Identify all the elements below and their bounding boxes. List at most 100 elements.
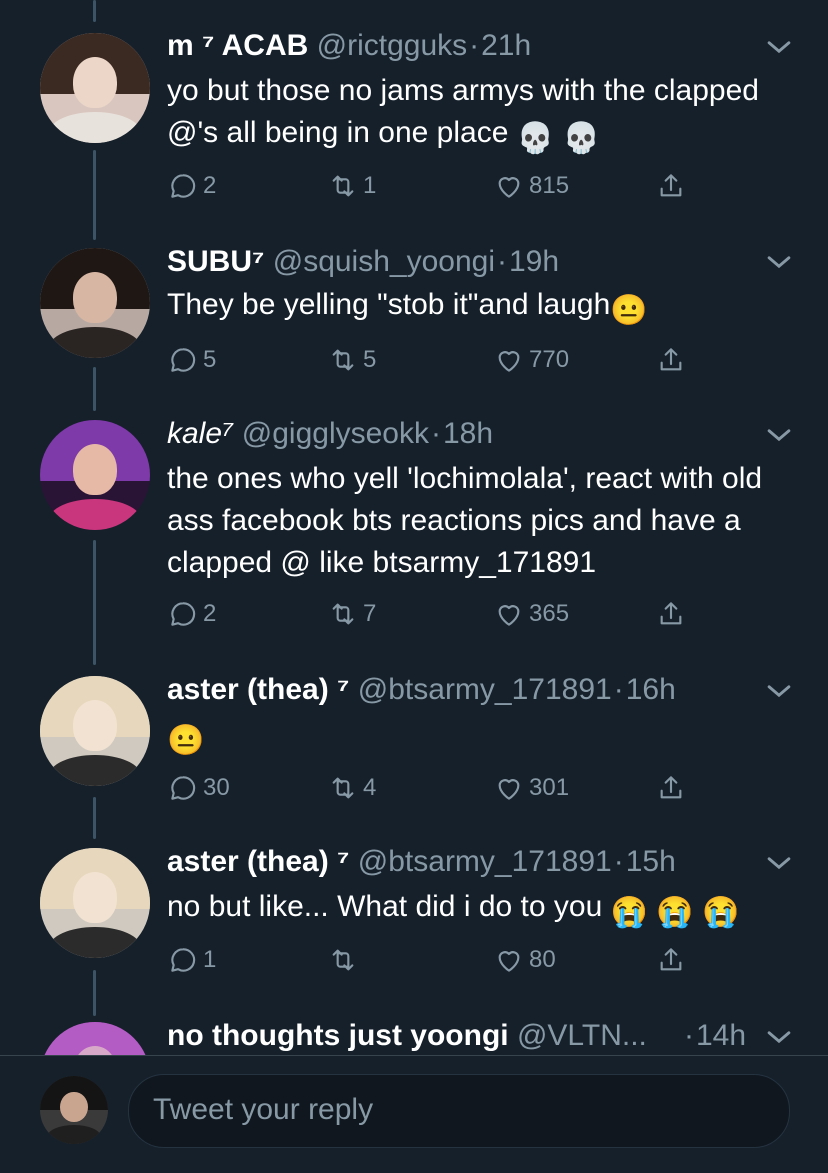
avatar[interactable]: [40, 420, 150, 530]
timestamp[interactable]: 21h: [481, 29, 531, 62]
share-icon: [660, 174, 682, 197]
tweet-text: They be yelling "stob it"and laugh😐: [167, 284, 792, 332]
retweet-button[interactable]: 4: [327, 770, 376, 806]
like-count: 365: [529, 600, 570, 627]
retweet-button[interactable]: [327, 942, 363, 978]
skull-emoji: 💀: [562, 122, 600, 155]
reply-composer: Tweet your reply: [0, 1056, 828, 1173]
user-handle[interactable]: @btsarmy_171891: [358, 673, 612, 706]
tweet-header: aster (thea) ⁷ @btsarmy_171891·15h: [167, 845, 676, 878]
tweet[interactable]: aster (thea) ⁷ @btsarmy_171891·15h no bu…: [0, 830, 828, 1010]
like-icon: [498, 351, 520, 372]
chevron-down-icon[interactable]: [762, 30, 796, 64]
display-name[interactable]: m ⁷ ACAB: [167, 29, 308, 62]
like-count: 815: [529, 172, 570, 199]
chevron-down-icon[interactable]: [762, 245, 796, 279]
like-icon: [498, 951, 520, 972]
chevron-down-icon[interactable]: [762, 846, 796, 880]
reply-icon: [171, 948, 196, 972]
tweet-actions: 5 5 770: [167, 342, 707, 378]
user-handle[interactable]: @gigglyseokk: [242, 417, 429, 450]
user-handle[interactable]: @squish_yoongi: [273, 245, 495, 278]
reply-button[interactable]: 5: [167, 342, 216, 378]
reply-count: 2: [203, 172, 217, 199]
like-button[interactable]: 815: [493, 168, 569, 204]
reply-icon: [171, 602, 196, 626]
share-button[interactable]: [655, 168, 687, 204]
reply-icon: [171, 776, 196, 800]
user-handle[interactable]: @rictgguks: [317, 29, 468, 62]
timestamp[interactable]: 18h: [443, 417, 493, 450]
user-handle[interactable]: @VLTN...: [517, 1019, 647, 1052]
tweet[interactable]: kale⁷ @gigglyseokk·18h the ones who yell…: [0, 400, 828, 660]
retweet-icon: [332, 175, 354, 197]
reply-icon: [171, 348, 196, 372]
like-button[interactable]: 770: [493, 342, 569, 378]
retweet-icon: [332, 777, 354, 799]
reply-button[interactable]: 2: [167, 168, 216, 204]
share-button[interactable]: [655, 596, 687, 632]
reply-count: 1: [203, 946, 217, 973]
chevron-down-icon[interactable]: [762, 674, 796, 708]
display-name[interactable]: aster (thea) ⁷: [167, 673, 349, 706]
retweet-count: 1: [363, 172, 377, 199]
reply-button[interactable]: 2: [167, 596, 216, 632]
reply-button[interactable]: 1: [167, 942, 216, 978]
skull-emoji: 💀: [516, 122, 555, 155]
tweet-text: no but like... What did i do to you 😭 😭 …: [167, 886, 792, 934]
user-handle[interactable]: @btsarmy_171891: [358, 845, 612, 878]
like-button[interactable]: 80: [493, 942, 556, 978]
timestamp[interactable]: 15h: [626, 845, 676, 878]
tweet[interactable]: SUBU⁷ @squish_yoongi·19h They be yelling…: [0, 230, 828, 400]
like-count: 770: [529, 346, 570, 373]
tweet[interactable]: m ⁷ ACAB @rictgguks·21h yo but those no …: [0, 0, 828, 230]
crying-face-emoji: 😭: [656, 896, 694, 929]
share-icon: [660, 602, 682, 625]
tweet-actions: 1 80: [167, 942, 707, 978]
retweet-button[interactable]: 1: [327, 168, 376, 204]
like-icon: [498, 605, 520, 626]
display-name[interactable]: SUBU⁷: [167, 245, 264, 278]
share-button[interactable]: [655, 942, 687, 978]
retweet-icon: [332, 603, 354, 625]
current-user-avatar[interactable]: [40, 1076, 108, 1144]
tweet-header: aster (thea) ⁷ @btsarmy_171891·16h: [167, 673, 676, 706]
avatar[interactable]: [40, 33, 150, 143]
reply-input[interactable]: Tweet your reply: [128, 1074, 790, 1148]
retweet-button[interactable]: 7: [327, 596, 376, 632]
retweet-count: 7: [363, 600, 377, 627]
timestamp[interactable]: 16h: [626, 673, 676, 706]
reply-count: 5: [203, 346, 217, 373]
avatar[interactable]: [40, 248, 150, 358]
tweet-text: yo but those no jams armys with the clap…: [167, 70, 792, 160]
like-button[interactable]: 301: [493, 770, 569, 806]
chevron-down-icon[interactable]: [762, 1020, 796, 1054]
tweet[interactable]: aster (thea) ⁷ @btsarmy_171891·16h 😐 30 …: [0, 660, 828, 830]
share-icon: [660, 348, 682, 371]
retweet-count: 4: [363, 774, 377, 801]
crying-face-emoji: 😭: [610, 896, 648, 929]
avatar[interactable]: [40, 676, 150, 786]
tweet-actions: 30 4 301: [167, 770, 707, 806]
reply-button[interactable]: 30: [167, 770, 230, 806]
like-count: 80: [529, 946, 556, 973]
display-name[interactable]: aster (thea) ⁷: [167, 845, 349, 878]
avatar[interactable]: [40, 848, 150, 958]
tweet-text: the ones who yell 'lochimolala', react w…: [167, 462, 763, 579]
tweet[interactable]: no thoughts just yoongi @VLTN... ·14h: [0, 1010, 828, 1055]
avatar[interactable]: [40, 1022, 150, 1055]
timestamp[interactable]: 14h: [696, 1019, 746, 1052]
share-button[interactable]: [655, 770, 687, 806]
display-name[interactable]: no thoughts just yoongi: [167, 1019, 509, 1052]
display-name[interactable]: kale⁷: [167, 417, 233, 450]
tweet-actions: 2 1 815: [167, 168, 707, 204]
like-button[interactable]: 365: [493, 596, 569, 632]
share-button[interactable]: [655, 342, 687, 378]
retweet-button[interactable]: 5: [327, 342, 376, 378]
retweet-icon: [332, 349, 354, 371]
share-icon: [660, 948, 682, 971]
reply-count: 30: [203, 774, 230, 801]
chevron-down-icon[interactable]: [762, 418, 796, 452]
timestamp[interactable]: 19h: [509, 245, 559, 278]
reply-icon: [171, 174, 196, 198]
